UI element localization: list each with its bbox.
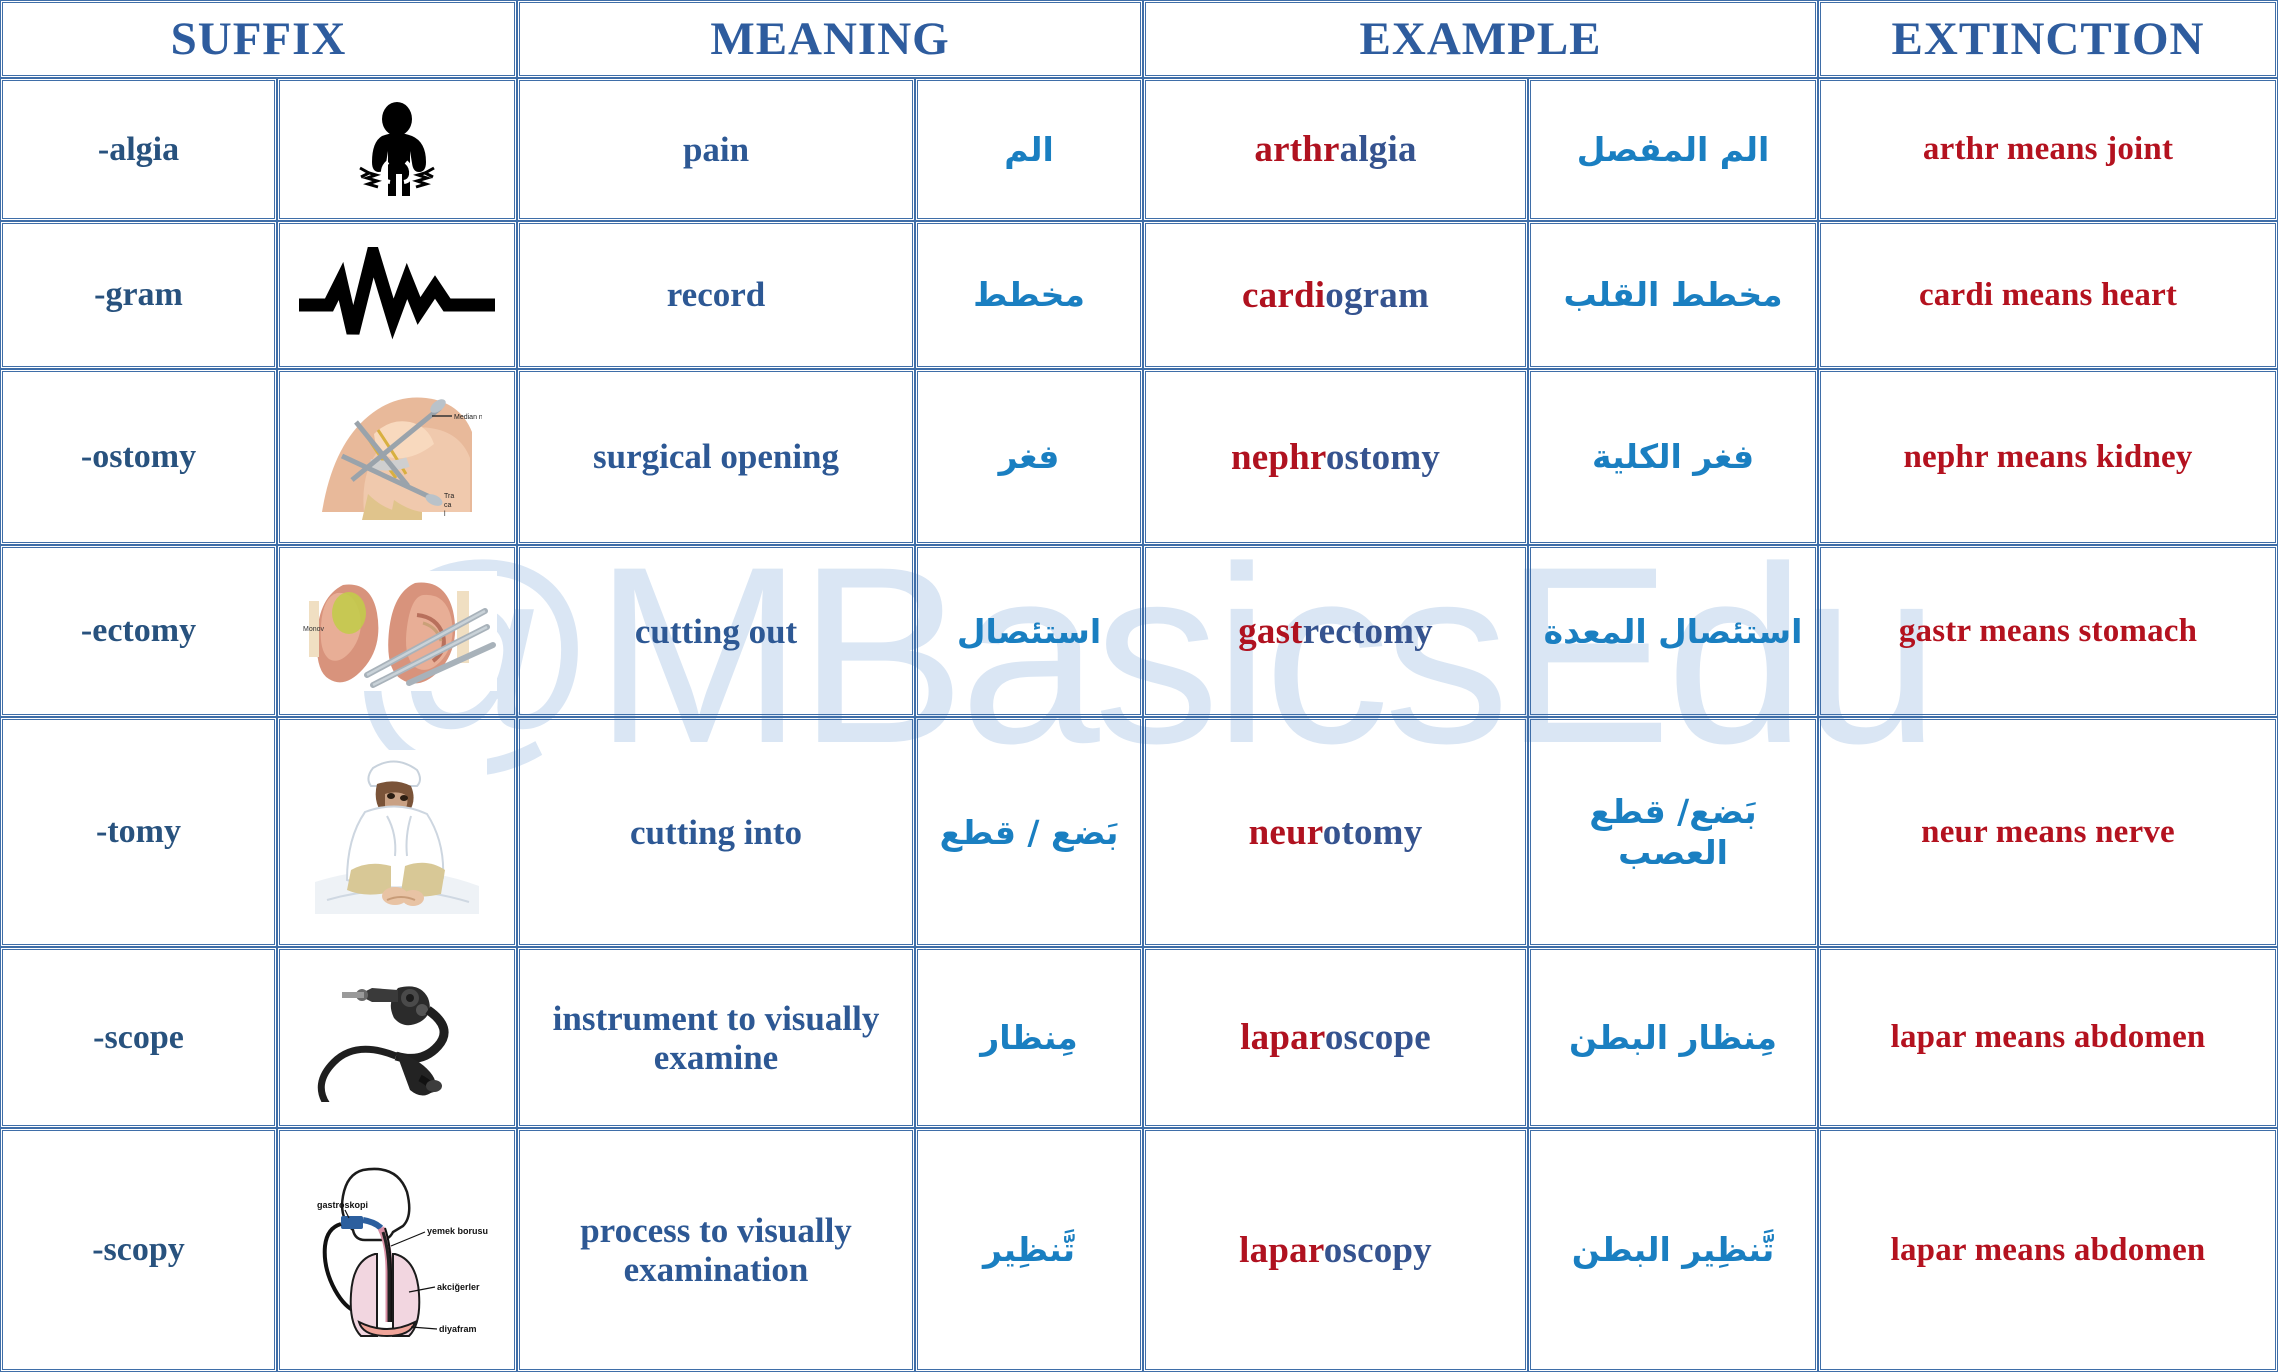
extinction-note: arthr means joint (1818, 78, 2278, 222)
extinction-note: lapar means abdomen (1818, 947, 2278, 1129)
meaning-arabic: الم (915, 78, 1144, 222)
meaning-english: cutting out (517, 545, 916, 717)
svg-text:gastroskopi: gastroskopi (317, 1200, 368, 1210)
extinction-note: gastr means stomach (1818, 545, 2278, 717)
example-root: lapar (1240, 1017, 1325, 1059)
example-english: arthralgia (1143, 78, 1529, 222)
surgical-hand-incision-icon: Median nerve Tra ca l (277, 368, 518, 546)
meaning-arabic: تَّنظِير (915, 1128, 1144, 1372)
meaning-english: process to visually examination (517, 1128, 916, 1372)
table-row: -algia pain الم arthralgia الم المفصل ar… (0, 78, 2278, 222)
svg-text:Tra: Tra (444, 493, 454, 500)
table-row: -scopy gastroskopi yemek borusu akciğerl… (0, 1128, 2278, 1372)
table-row: -scope instrument to visually examine مِ… (0, 947, 2278, 1129)
meaning-arabic: مِنظار (915, 947, 1144, 1129)
example-suffix: rectomy (1302, 610, 1433, 652)
suffix-value: -tomy (0, 716, 277, 948)
svg-text:yemek borusu: yemek borusu (427, 1226, 488, 1236)
header-suffix: SUFFIX (0, 0, 518, 78)
example-arabic: الم المفصل (1528, 78, 1819, 222)
example-suffix: oscopy (1323, 1229, 1432, 1271)
example-english: neurotomy (1143, 716, 1529, 948)
meaning-english: pain (517, 78, 916, 222)
suffix-value: -ostomy (0, 368, 277, 546)
example-root: neur (1248, 811, 1323, 853)
meaning-arabic: فغر (915, 368, 1144, 546)
medical-suffix-table: SUFFIX MEANING EXAMPLE EXTINCTION -algia (0, 0, 2278, 1372)
table-header: SUFFIX MEANING EXAMPLE EXTINCTION (0, 0, 2278, 78)
ecg-waveform-icon (277, 221, 518, 369)
example-suffix: ostomy (1325, 436, 1441, 478)
example-suffix: otomy (1322, 811, 1423, 853)
example-english: cardiogram (1143, 221, 1529, 369)
meaning-english: record (517, 221, 916, 369)
meaning-english: surgical opening (517, 368, 916, 546)
header-extinction: EXTINCTION (1818, 0, 2278, 78)
svg-text:diyafram: diyafram (439, 1324, 477, 1334)
endoscope-icon (277, 947, 518, 1129)
gastroscopy-diagram-icon: gastroskopi yemek borusu akciğerler diya… (277, 1128, 518, 1372)
example-root: arthr (1254, 129, 1340, 171)
svg-text:Monov: Monov (303, 626, 325, 633)
person-in-pain-icon (277, 78, 518, 222)
example-suffix: algia (1339, 129, 1417, 171)
extinction-note: neur means nerve (1818, 716, 2278, 948)
example-arabic: مخطط القلب (1528, 221, 1819, 369)
meaning-arabic: استئصال (915, 545, 1144, 717)
meaning-english: instrument to visually examine (517, 947, 916, 1129)
suffix-table-page: @MBasicsEdu SUFFIX MEANING EXAMPLE EXTIN… (0, 0, 2278, 1372)
example-arabic: استئصال المعدة (1528, 545, 1819, 717)
kidney-excision-icon: Monov (277, 545, 518, 717)
surgeon-operating-icon (277, 716, 518, 948)
extinction-note: nephr means kidney (1818, 368, 2278, 546)
suffix-value: -gram (0, 221, 277, 369)
example-english: laparoscopy (1143, 1128, 1529, 1372)
example-suffix: ogram (1325, 274, 1429, 316)
example-root: gast (1238, 610, 1303, 652)
example-root: nephr (1230, 436, 1326, 478)
example-suffix: oscope (1324, 1017, 1431, 1059)
table-row: -gram record مخطط cardiogram مخطط القلب … (0, 221, 2278, 369)
meaning-arabic: مخطط (915, 221, 1144, 369)
table-row: -tomy cutting into بَضع / قطع neurotomy … (0, 716, 2278, 948)
extinction-note: cardi means heart (1818, 221, 2278, 369)
svg-text:akciğerler: akciğerler (437, 1282, 480, 1292)
meaning-arabic: بَضع / قطع (915, 716, 1144, 948)
extinction-note: lapar means abdomen (1818, 1128, 2278, 1372)
svg-text:ca: ca (444, 502, 452, 509)
table-row: -ostomy Median Tra ca l surgical opening… (0, 368, 2278, 546)
table-body: -algia pain الم arthralgia الم المفصل ar… (0, 78, 2278, 1372)
example-english: laparoscope (1143, 947, 1529, 1129)
meaning-english: cutting into (517, 716, 916, 948)
example-arabic: تَّنظِير البطن (1528, 1128, 1819, 1372)
example-root: cardi (1242, 274, 1326, 316)
example-root: lapar (1239, 1229, 1324, 1271)
suffix-value: -scopy (0, 1128, 277, 1372)
suffix-value: -ectomy (0, 545, 277, 717)
header-example: EXAMPLE (1143, 0, 1819, 78)
header-meaning: MEANING (517, 0, 1144, 78)
example-arabic: فغر الكلية (1528, 368, 1819, 546)
suffix-value: -scope (0, 947, 277, 1129)
table-row: -ectomy Monov cutting out استئصال gastre… (0, 545, 2278, 717)
example-arabic: مِنظار البطن (1528, 947, 1819, 1129)
icon-label: Median nerve (454, 414, 482, 421)
example-english: gastrectomy (1143, 545, 1529, 717)
suffix-value: -algia (0, 78, 277, 222)
example-english: nephrostomy (1143, 368, 1529, 546)
example-arabic: بَضع/ قطع العصب (1528, 716, 1819, 948)
